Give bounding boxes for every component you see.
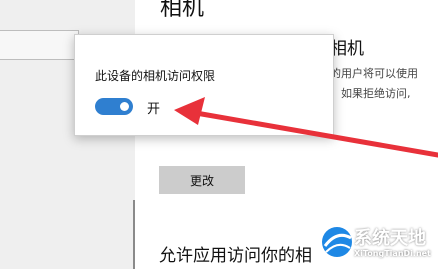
watermark-name: 系统天地: [354, 228, 426, 249]
toggle-state-label: 开: [147, 102, 161, 117]
change-button[interactable]: 更改: [159, 166, 245, 194]
watermark-globe-icon: [322, 227, 352, 257]
apps-access-section-title: 允许应用访问你的相: [159, 246, 312, 266]
description-line-1: 的用户将可以使用: [330, 67, 418, 80]
camera-access-label: 此设备的相机访问权限: [95, 69, 216, 83]
page-title: 相机: [160, 0, 205, 21]
toggle-knob: [120, 102, 129, 111]
camera-access-popup: 此设备的相机访问权限 开: [74, 34, 334, 136]
watermark-url: XiTongTianDi.net: [354, 249, 431, 258]
camera-section-description: 的用户将可以使用 。如果拒绝访问,: [330, 64, 438, 104]
description-line-2: 。如果拒绝访问,: [330, 87, 411, 100]
sidebar-selected-item[interactable]: [0, 30, 79, 60]
camera-access-toggle[interactable]: [95, 98, 133, 115]
camera-section-title: 相机: [330, 39, 364, 59]
watermark-logo: 系统天地 XiTongTianDi.net: [318, 218, 438, 269]
